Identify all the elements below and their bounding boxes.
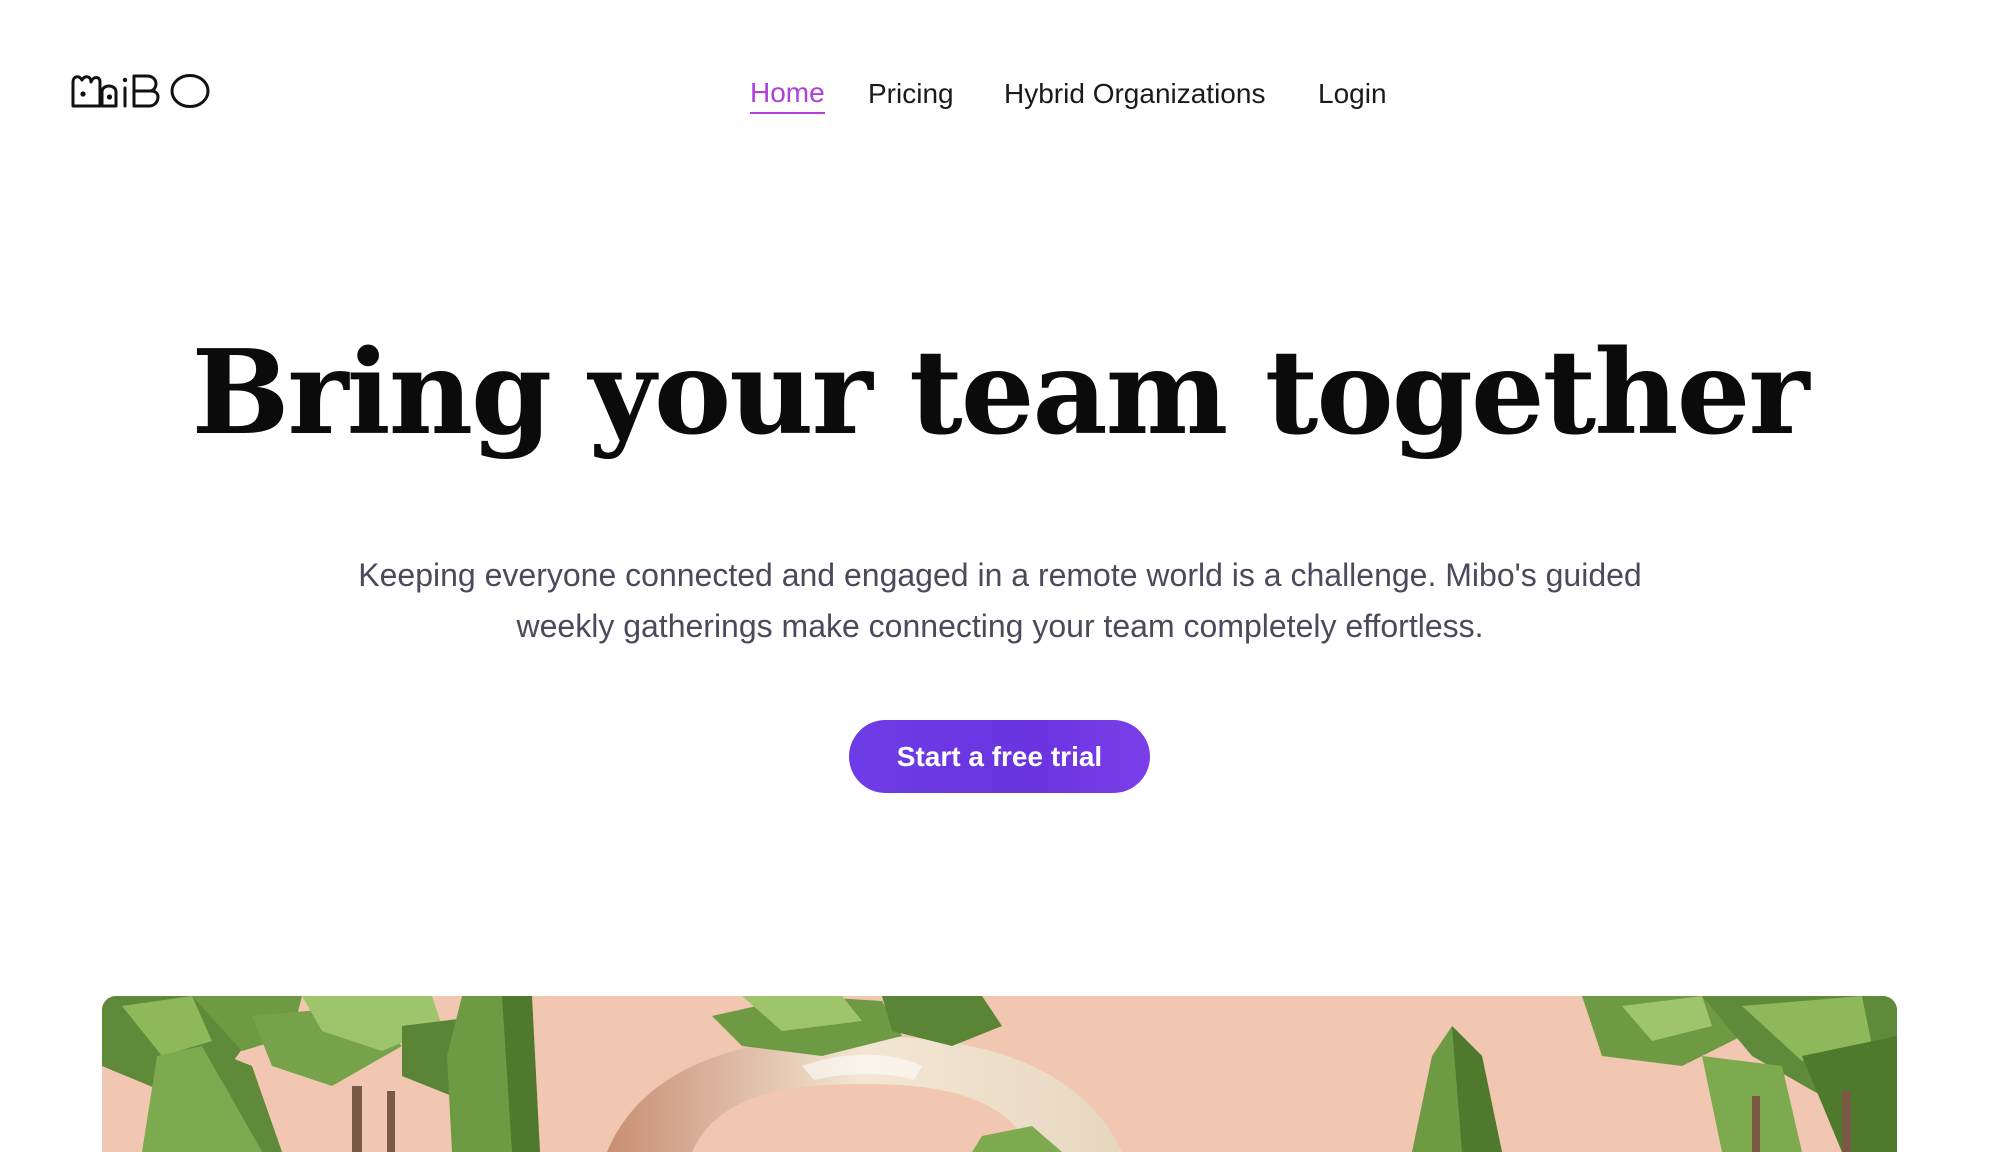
main-nav: Home Pricing Hybrid Organizations Login xyxy=(0,74,1999,114)
nav-login-link[interactable]: Login xyxy=(1318,74,1387,114)
hero-subtitle: Keeping everyone connected and engaged i… xyxy=(358,557,1642,644)
hero-scene-image xyxy=(102,996,1897,1152)
hero-headline: Bring your team together xyxy=(191,325,1809,461)
nav-home-link[interactable]: Home xyxy=(750,74,825,114)
nav-hybrid-organizations-link[interactable]: Hybrid Organizations xyxy=(1004,74,1265,114)
nav-pricing-link[interactable]: Pricing xyxy=(868,74,954,114)
start-free-trial-button[interactable]: Start a free trial xyxy=(849,720,1150,793)
